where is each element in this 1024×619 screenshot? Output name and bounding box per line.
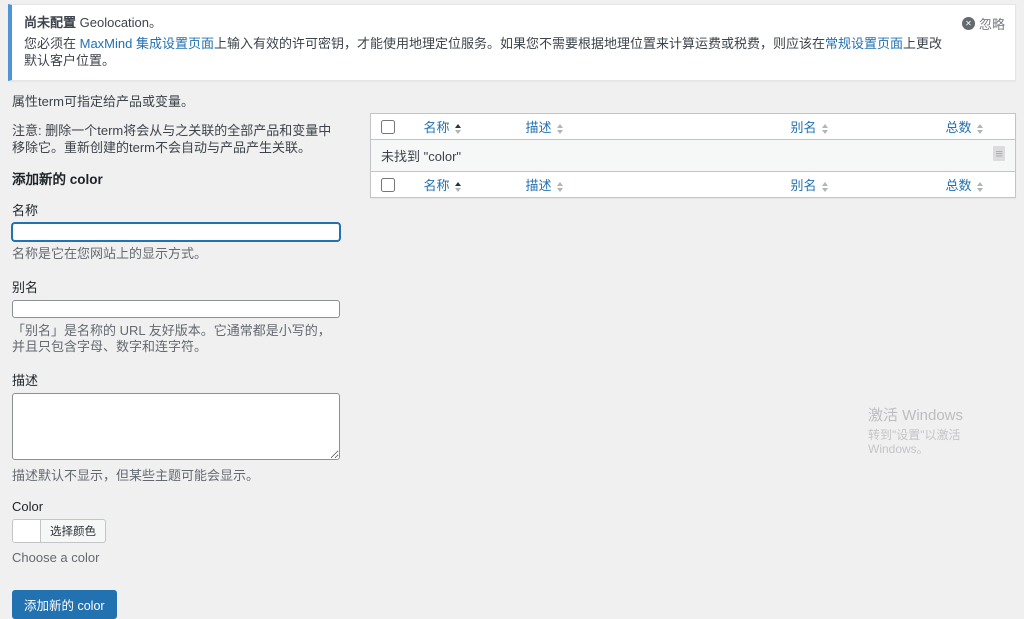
sort-icon	[821, 181, 828, 192]
geolocation-notice: ✕ 忽略 尚未配置 Geolocation。 您必须在 MaxMind 集成设置…	[8, 4, 1016, 81]
empty-results-row: ≡ 未找到 "color"	[370, 139, 1016, 172]
name-field: 名称 名称是它在您网站上的显示方式。	[12, 200, 340, 262]
description-label: 描述	[12, 373, 39, 388]
description-field: 描述 描述默认不显示，但某些主题可能会显示。	[12, 370, 340, 484]
watermark-line1: 激活 Windows	[868, 407, 964, 424]
color-swatch	[13, 520, 41, 542]
notice-title: 尚未配置 Geolocation。	[24, 15, 163, 30]
terms-table: 名称 描述 别名 总数 ≡ 未找到 "color" 名称 描述 别名 总数	[370, 113, 1016, 198]
notice-body: 您必须在 MaxMind 集成设置页面上输入有效的许可密钥，才能使用地理定位服务…	[24, 36, 943, 68]
add-new-term-button[interactable]: 添加新的 color	[12, 590, 117, 619]
notice-title-bold: 尚未配置	[24, 15, 77, 30]
content-columns: 属性term可指定给产品或变量。 注意: 删除一个term将会从与之关联的全部产…	[0, 93, 1024, 619]
no-items-text: 未找到 "color"	[381, 149, 462, 164]
color-picker-button[interactable]: 选择颜色	[12, 519, 106, 543]
add-term-form: 属性term可指定给产品或变量。 注意: 删除一个term将会从与之关联的全部产…	[8, 93, 354, 619]
activate-windows-watermark: 激活 Windows 转到"设置"以激活 Windows。	[868, 407, 1024, 457]
sort-icon	[556, 123, 563, 134]
sort-icon	[976, 123, 983, 134]
table-header-row: 名称 描述 别名 总数	[370, 113, 1016, 140]
name-label: 名称	[12, 203, 39, 218]
column-header-count[interactable]: 总数	[935, 113, 1016, 140]
sort-icon	[454, 181, 461, 192]
column-header-description[interactable]: 描述	[515, 113, 781, 140]
slug-input[interactable]	[12, 300, 340, 318]
sort-icon	[556, 181, 563, 192]
dismiss-notice-button[interactable]: ✕ 忽略	[961, 14, 1005, 33]
column-footer-description[interactable]: 描述	[515, 171, 781, 198]
maxmind-settings-link[interactable]: MaxMind 集成设置页面	[80, 36, 214, 51]
slug-help-text: 「别名」是名称的 URL 友好版本。它通常都是小写的，并且只包含字母、数字和连字…	[12, 323, 331, 354]
column-header-name[interactable]: 名称	[413, 113, 516, 140]
color-field: Color 选择颜色 Choose a color	[12, 499, 340, 566]
select-color-button[interactable]: 选择颜色	[41, 520, 105, 542]
column-footer-name[interactable]: 名称	[413, 171, 516, 198]
general-settings-link[interactable]: 常规设置页面	[825, 36, 903, 51]
column-footer-count[interactable]: 总数	[935, 171, 1016, 198]
attributes-intro-text: 属性term可指定给产品或变量。	[12, 94, 195, 109]
column-header-slug[interactable]: 别名	[780, 113, 936, 140]
sort-icon	[821, 123, 828, 134]
select-all-checkbox[interactable]	[381, 120, 395, 135]
sort-icon	[976, 181, 983, 192]
dismiss-icon: ✕	[961, 17, 975, 30]
sort-icon	[454, 123, 461, 134]
select-all-checkbox-footer[interactable]	[381, 178, 395, 193]
terms-table-panel: 名称 描述 别名 总数 ≡ 未找到 "color" 名称 描述 别名 总数	[370, 93, 1016, 198]
dismiss-label: 忽略	[978, 17, 1005, 32]
add-new-term-heading: 添加新的 color	[12, 172, 103, 187]
slug-field: 别名 「别名」是名称的 URL 友好版本。它通常都是小写的，并且只包含字母、数字…	[12, 277, 340, 355]
description-help-text: 描述默认不显示，但某些主题可能会显示。	[12, 468, 260, 483]
watermark-line2: 转到"设置"以激活 Windows。	[868, 428, 961, 456]
attributes-note-text: 注意: 删除一个term将会从与之关联的全部产品和变量中移除它。重新创建的ter…	[12, 123, 332, 155]
color-help-text: Choose a color	[12, 550, 100, 565]
drag-handle-icon[interactable]: ≡	[993, 146, 1005, 161]
color-label: Color	[12, 499, 44, 514]
column-footer-slug[interactable]: 别名	[780, 171, 936, 198]
table-footer-row: 名称 描述 别名 总数	[370, 171, 1016, 198]
description-textarea[interactable]	[12, 393, 340, 460]
name-input[interactable]	[12, 223, 340, 241]
slug-label: 别名	[12, 280, 39, 295]
name-help-text: 名称是它在您网站上的显示方式。	[12, 246, 208, 261]
